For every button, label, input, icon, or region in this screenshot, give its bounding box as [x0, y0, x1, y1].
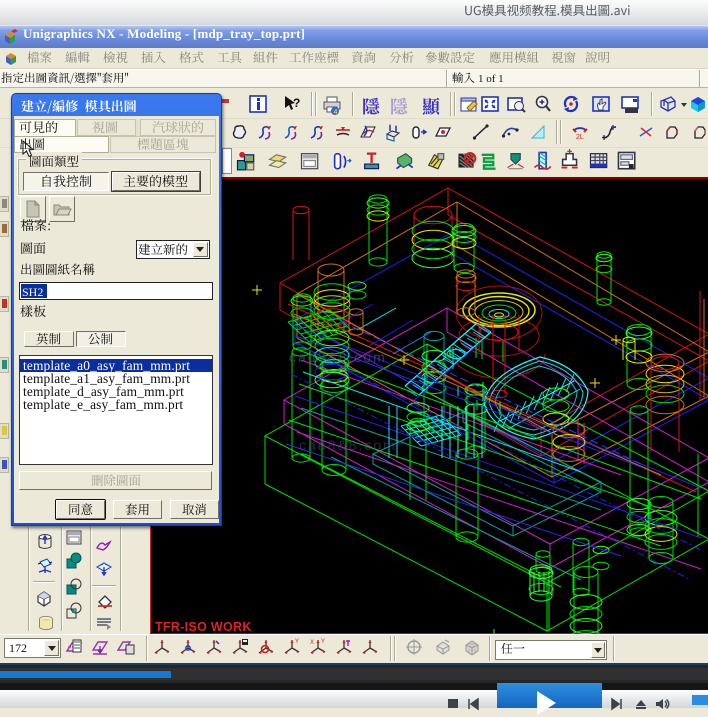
svg-text:?: ?	[293, 96, 300, 110]
svg-text:Y: Y	[321, 639, 325, 645]
svg-text:4: 4	[334, 109, 338, 115]
svg-text:2L: 2L	[576, 134, 584, 141]
svg-text:X: X	[310, 640, 314, 646]
svg-text:Y: Y	[295, 639, 299, 645]
